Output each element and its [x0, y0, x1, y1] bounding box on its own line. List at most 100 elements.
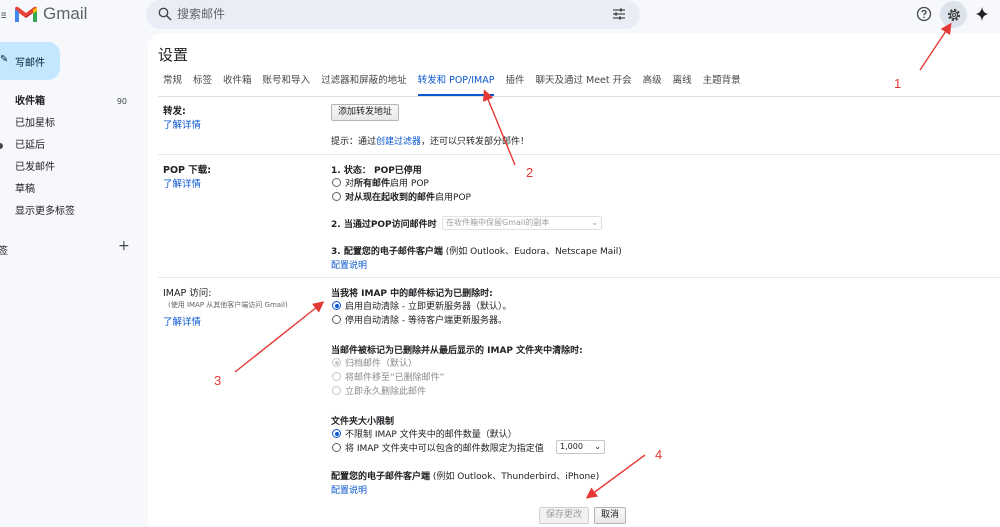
sidebar-item-label: 已加星标	[15, 118, 55, 129]
forwarding-tip: 提示：通过创建过滤器，还可以只转发部分邮件！	[331, 134, 529, 147]
forwarding-learn-more-link[interactable]: 了解详情	[163, 117, 201, 131]
chevron-down-icon: ⌄	[594, 442, 601, 451]
pop-new-mail-label: 对从现在起收到的邮件启用POP	[345, 190, 471, 203]
limit-radio[interactable]	[332, 443, 341, 452]
settings-tabs: 常规 标签 收件箱 账号和导入 过滤器和屏蔽的地址 转发和 POP/IMAP 插…	[163, 74, 752, 96]
gmail-m-icon	[15, 6, 37, 22]
auto-expunge-off-label: 停用自动清除 - 等待客户端更新服务器。	[345, 316, 507, 326]
tab-filters[interactable]: 过滤器和屏蔽的地址	[321, 74, 407, 96]
move-to-trash-radio[interactable]	[332, 372, 341, 381]
tab-labels[interactable]: 标签	[193, 74, 212, 96]
chevron-down-icon: ⌄	[591, 218, 598, 227]
search-bar	[146, 0, 640, 29]
annotation-label-3: 3	[214, 373, 222, 388]
settings-button[interactable]	[940, 1, 967, 28]
gear-icon	[947, 8, 960, 21]
auto-expunge-off-radio[interactable]	[332, 315, 341, 324]
search-options-icon[interactable]	[612, 7, 626, 21]
auto-expunge-on-radio[interactable]	[332, 301, 341, 310]
pop-step3-label: 3. 配置您的电子邮件客户端	[331, 247, 443, 257]
pop-learn-more-link[interactable]: 了解详情	[163, 176, 201, 190]
no-limit-radio[interactable]	[332, 429, 341, 438]
gmail-logo[interactable]: Gmail	[14, 4, 87, 24]
tab-forwarding-pop-imap[interactable]: 转发和 POP/IMAP	[417, 74, 495, 96]
pop-action-select[interactable]: 在收件箱中保留Gmail的副本 ⌄	[442, 216, 602, 230]
pop-step3: 3. 配置您的电子邮件客户端 (例如 Outlook、Eudora、Netsca…	[331, 244, 622, 257]
compose-label: 写邮件	[15, 58, 45, 69]
sidebar-item-sent[interactable]: 已发邮件	[0, 157, 140, 179]
delete-forever-label: 立即永久删除此邮件	[345, 387, 427, 397]
tab-offline[interactable]: 离线	[673, 74, 692, 96]
imap-learn-more-link[interactable]: 了解详情	[163, 314, 201, 328]
sidebar-item-snoozed[interactable]: 已延后	[0, 135, 140, 157]
sidebar-item-label: 已发邮件	[15, 162, 55, 173]
gmail-wordmark: Gmail	[43, 4, 88, 23]
auto-expunge-on-label: 启用自动清除 - 立即更新服务器（默认）。	[345, 302, 512, 312]
top-bar: ≡ Gmail	[0, 0, 1000, 32]
pop-title: POP 下载:	[163, 165, 212, 176]
sidebar-item-label: 已延后	[15, 140, 45, 151]
pop-all-mail-label: 对所有邮件启用 POP	[345, 176, 429, 189]
limit-count-value: 1,000	[560, 442, 583, 451]
sidebar-item-inbox[interactable]: 收件箱 90	[0, 91, 140, 113]
pop-status-label: 1. 状态：	[331, 166, 371, 176]
tabs-divider	[158, 96, 1000, 97]
imap-config-link[interactable]: 配置说明	[331, 483, 367, 496]
limit-label: 将 IMAP 文件夹中可以包含的邮件数限定为指定值	[345, 444, 544, 454]
delete-forever-radio[interactable]	[332, 386, 341, 395]
sidebar-item-drafts[interactable]: 草稿	[0, 179, 140, 201]
pop-new-suffix: 启用POP	[435, 193, 471, 203]
compose-button[interactable]: ✎ 写邮件	[0, 42, 60, 80]
imap-client-heading: 配置您的电子邮件客户端	[331, 472, 431, 482]
sidebar-item-label: 草稿	[15, 184, 35, 195]
save-changes-button[interactable]: 保存更改	[539, 507, 590, 524]
labels-heading: 签	[0, 246, 8, 257]
add-forwarding-address-button[interactable]: 添加转发地址	[331, 104, 400, 121]
archive-radio[interactable]	[332, 358, 341, 367]
sidebar-item-starred[interactable]: 已加星标	[0, 113, 140, 135]
annotation-label-4: 4	[655, 447, 663, 462]
folder-size-heading: 文件夹大小限制	[331, 417, 395, 427]
gemini-sparkle-icon[interactable]	[975, 6, 989, 22]
page-title: 设置	[158, 46, 189, 64]
sidebar-item-label: 显示更多标签	[15, 206, 75, 217]
pop-step3-hint: (例如 Outlook、Eudora、Netscape Mail)	[445, 247, 622, 257]
sidebar-item-label: 收件箱	[15, 96, 45, 107]
tab-advanced[interactable]: 高级	[643, 74, 662, 96]
annotation-label-2: 2	[526, 165, 534, 180]
main-menu-icon[interactable]: ≡	[0, 10, 6, 20]
section-divider	[158, 277, 1000, 278]
pop-status-value: POP已停用	[373, 166, 422, 176]
imap-title: IMAP 访问:	[163, 288, 212, 299]
imap-client-hint: (例如 Outlook、Thunderbird、iPhone)	[432, 472, 600, 482]
no-limit-label: 不限制 IMAP 文件夹中的邮件数量（默认）	[345, 430, 517, 440]
cancel-button[interactable]: 取消	[594, 507, 627, 524]
tab-accounts-import[interactable]: 账号和导入	[263, 74, 311, 96]
imap-deleted-heading: 当我将 IMAP 中的邮件标记为已删除时:	[331, 289, 493, 299]
pop-all-mail-radio[interactable]	[332, 178, 341, 187]
imap-client: 配置您的电子邮件客户端 (例如 Outlook、Thunderbird、iPho…	[331, 469, 599, 482]
search-input[interactable]	[177, 4, 577, 24]
pop-action-value: 在收件箱中保留Gmail的副本	[446, 218, 550, 227]
pop-config-link[interactable]: 配置说明	[331, 258, 367, 271]
pop-new-mail-radio[interactable]	[332, 192, 341, 201]
pop-all-suffix: 启用 POP	[390, 179, 429, 189]
add-label-plus-icon[interactable]: +	[118, 238, 130, 254]
limit-count-select[interactable]: 1,000 ⌄	[556, 440, 605, 454]
tab-general[interactable]: 常规	[163, 74, 182, 96]
sidebar-item-more-labels[interactable]: 显示更多标签	[0, 201, 140, 223]
snoozed-clock-icon	[0, 143, 3, 149]
tab-themes[interactable]: 主题背景	[703, 74, 741, 96]
move-to-trash-label: 将邮件移至“已删除邮件”	[345, 373, 445, 383]
create-filter-link[interactable]: 创建过滤器	[376, 137, 421, 147]
inbox-unread-count: 90	[116, 97, 127, 106]
search-icon[interactable]	[158, 7, 172, 21]
tip-suffix: ，还可以只转发部分邮件！	[421, 137, 530, 147]
forwarding-title: 转发:	[163, 106, 186, 117]
help-icon[interactable]	[916, 6, 932, 22]
tab-inbox[interactable]: 收件箱	[223, 74, 252, 96]
sidebar-nav: 收件箱 90 已加星标 已延后 已发邮件 草稿 显示更多标签	[0, 91, 140, 223]
tab-chat-meet[interactable]: 聊天及通过 Meet 开会	[535, 74, 631, 96]
tab-addons[interactable]: 插件	[505, 74, 524, 96]
pop-step2-label: 2. 当通过POP访问邮件时	[331, 220, 437, 230]
